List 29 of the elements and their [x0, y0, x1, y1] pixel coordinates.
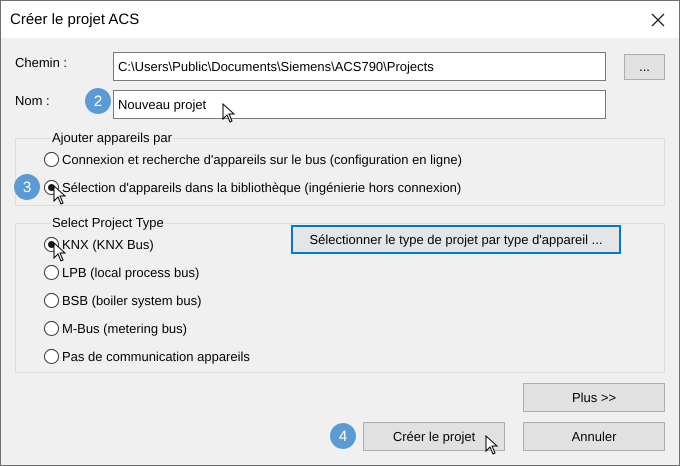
window-title: Créer le projet ACS [10, 11, 140, 28]
radio-button[interactable] [44, 320, 59, 336]
radio-button[interactable] [44, 348, 59, 364]
group-title: Select Project Type [51, 216, 165, 230]
step-badge: 3 [14, 174, 40, 200]
radio-label: Sélection d'appareils dans la bibliothèque (ingénierie hors connexion) [62, 180, 462, 194]
radio-label: LPB (local process bus) [62, 264, 200, 280]
radio-button[interactable] [44, 152, 59, 166]
pointer-icon [222, 103, 235, 123]
field-label: Nom : [15, 92, 51, 108]
radio-label: Connexion et recherche d'appareils sur le bus (configuration en ligne) [62, 152, 462, 166]
radio-button[interactable] [44, 292, 59, 308]
create-button[interactable]: Créer le projet [363, 422, 505, 451]
step-badge: 2 [85, 88, 111, 114]
select-type-button[interactable]: Sélectionner le type de projet par type d'appareil ... [291, 225, 621, 254]
close-icon[interactable] [651, 12, 665, 26]
radio-button[interactable] [44, 264, 59, 280]
cancel-button[interactable]: Annuler [523, 422, 665, 451]
browse-button[interactable]: ... [624, 54, 665, 80]
group-title: Ajouter appareils par [51, 131, 173, 145]
more-button[interactable]: Plus >> [523, 383, 665, 412]
field-label: Chemin : [15, 54, 68, 70]
radio-label: Pas de communication appareils [62, 348, 250, 364]
path-field[interactable]: C:\Users\Public\Documents\Siemens\ACS790\Projects [113, 52, 606, 81]
radio-label: M-Bus (metering bus) [62, 320, 187, 336]
radio-label: BSB (boiler system bus) [62, 292, 202, 308]
step-badge: 4 [330, 423, 356, 449]
pointer-icon [485, 435, 498, 455]
radio-label: KNX (KNX Bus) [62, 236, 154, 252]
